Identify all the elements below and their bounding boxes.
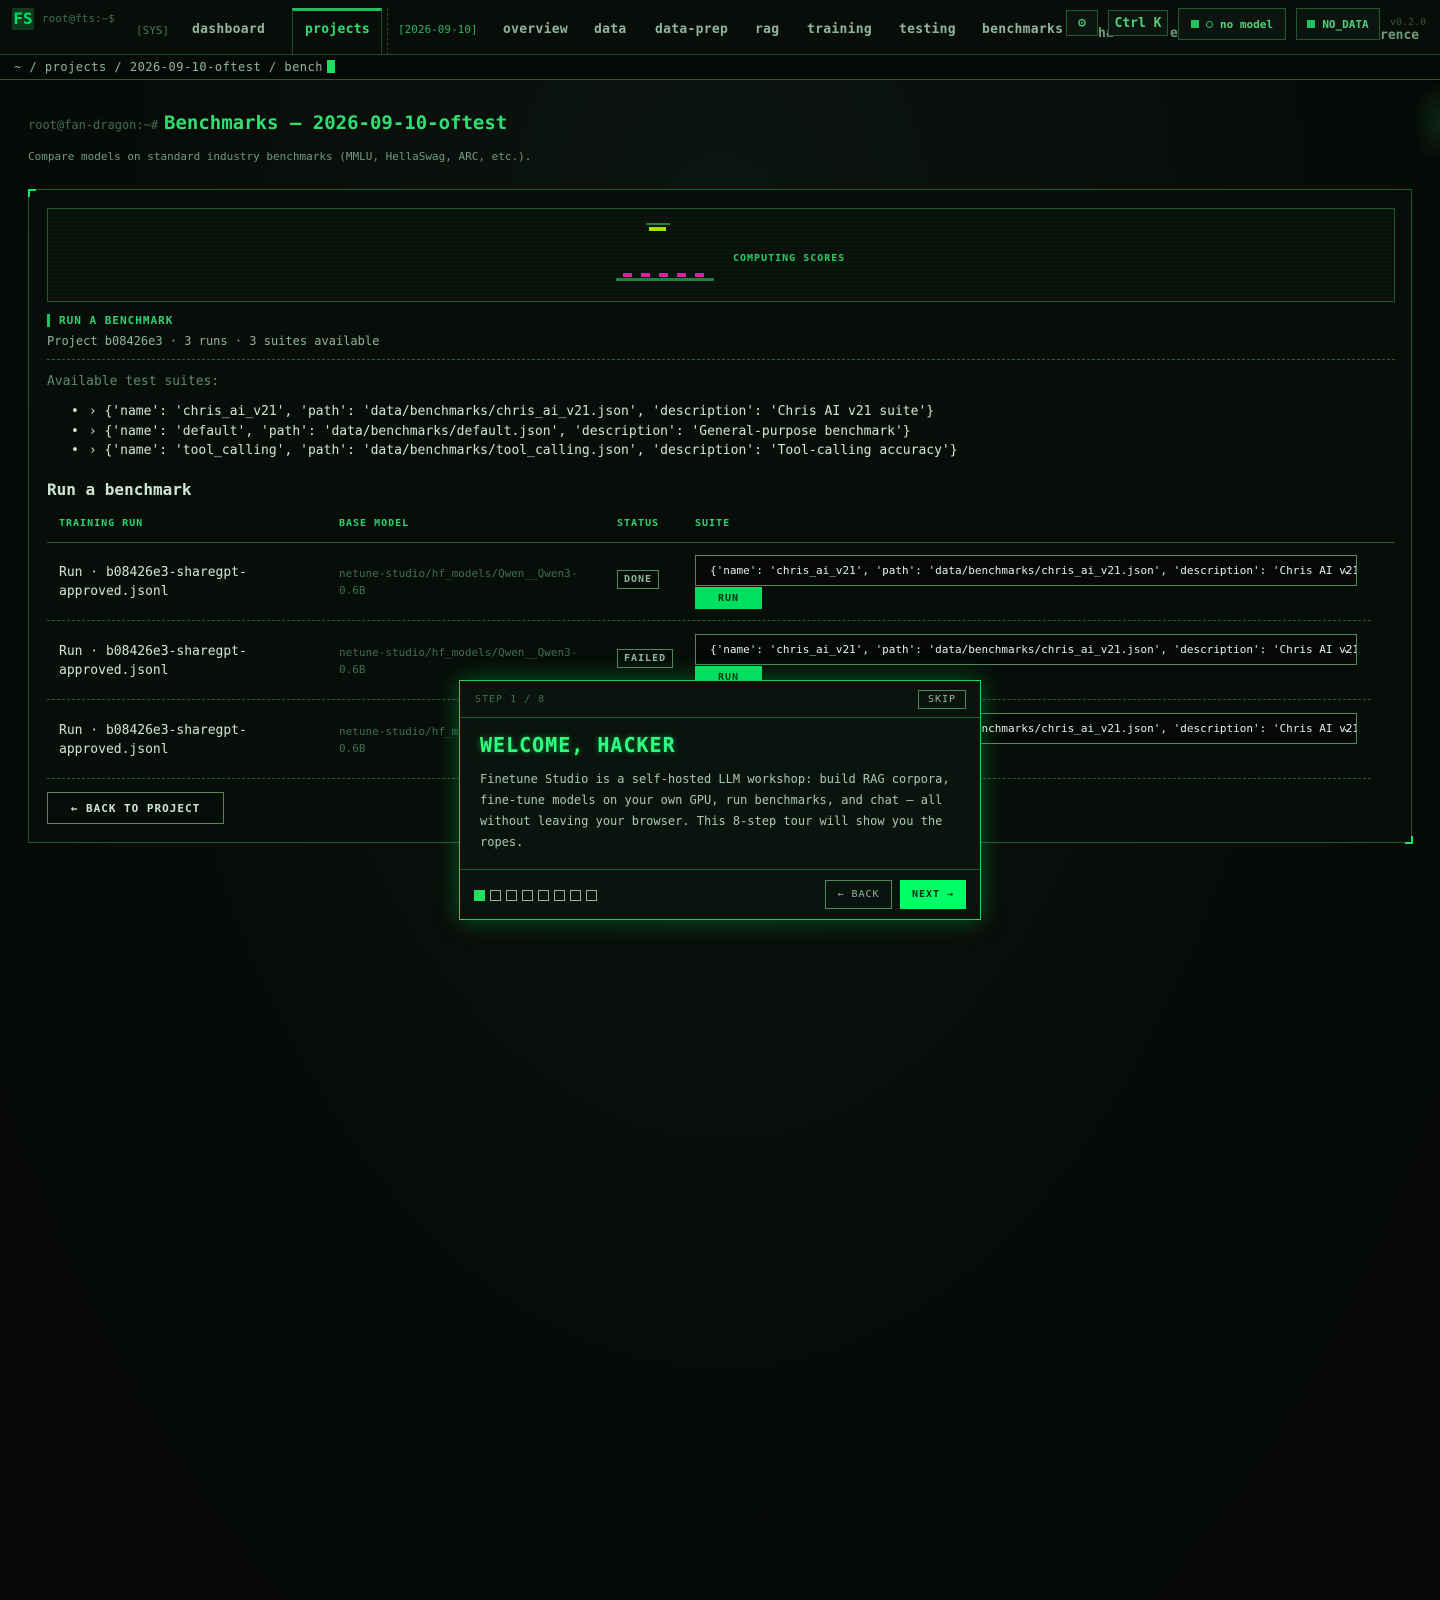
suite-item: › {'name': 'tool_calling', 'path': 'data… <box>71 443 958 463</box>
top-nav: FS root@fts:~$ [SYS] dashboard projects … <box>0 0 1440 55</box>
nav-overflow-right[interactable]: rence <box>1380 28 1419 43</box>
tour-header: STEP 1 / 8 SKIP <box>460 681 980 718</box>
nav-date-tag: [2026-09-10] <box>387 8 477 55</box>
tour-footer: ← BACK NEXT → <box>460 869 980 919</box>
progress-dot[interactable] <box>586 890 597 901</box>
chevron-down-icon: ⌄ <box>1343 642 1350 655</box>
base-model: netune-studio/hf_models/Qwen__Qwen3-0.6B <box>339 567 578 597</box>
progress-bar-icon <box>646 223 670 231</box>
status-square-icon <box>1191 20 1199 28</box>
col-header-run: TRAINING RUN <box>59 518 144 529</box>
run-button[interactable]: RUN <box>695 587 762 609</box>
corner-accent <box>28 189 36 197</box>
corner-accent <box>1405 836 1413 844</box>
breadcrumb: ~ / projects / 2026-09-10-oftest / bench <box>0 55 1440 80</box>
nav-data-prep[interactable]: data-prep <box>655 22 728 37</box>
chevron-down-icon: ⌄ <box>1343 721 1350 734</box>
tour-title: WELCOME, HACKER <box>480 733 676 757</box>
table-row: Run · b08426e3-sharegpt-approved.jsonl n… <box>47 543 1371 621</box>
chevron-down-icon: ⌄ <box>1343 563 1350 576</box>
model-status-button[interactable]: no model <box>1178 8 1286 40</box>
suite-list: › {'name': 'chris_ai_v21', 'path': 'data… <box>71 404 958 463</box>
page-title: Benchmarks — 2026-09-10-oftest <box>164 112 508 134</box>
nav-dashboard[interactable]: dashboard <box>192 22 265 37</box>
nav-overview[interactable]: overview <box>503 22 568 37</box>
progress-dot[interactable] <box>570 890 581 901</box>
col-header-model: BASE MODEL <box>339 518 410 529</box>
breadcrumb-path[interactable]: ~ / projects / 2026-09-10-oftest / bench <box>14 60 323 74</box>
project-summary: Project b08426e3 · 3 runs · 3 suites ava… <box>47 334 380 348</box>
status-badge: DONE <box>617 570 660 589</box>
divider <box>47 359 1395 360</box>
col-header-status: STATUS <box>617 518 660 529</box>
status-circle-icon <box>1206 20 1213 28</box>
nav-data[interactable]: data <box>594 22 627 37</box>
progress-dot[interactable] <box>522 890 533 901</box>
progress-dot[interactable] <box>554 890 565 901</box>
progress-dot[interactable] <box>538 890 549 901</box>
suites-label: Available test suites: <box>47 374 220 389</box>
status-square-icon <box>1307 20 1316 28</box>
loading-dot <box>623 273 632 277</box>
tour-next-button[interactable]: NEXT → <box>900 880 966 909</box>
loading-dot <box>659 273 668 277</box>
nav-training[interactable]: training <box>807 22 872 37</box>
loading-dot <box>641 273 650 277</box>
computing-animation: COMPUTING SCORES <box>47 208 1395 302</box>
loading-dot <box>695 273 704 277</box>
loading-dot <box>677 273 686 277</box>
nav-projects[interactable]: projects <box>305 22 370 37</box>
status-badge: FAILED <box>617 649 674 668</box>
suite-select-value: {'name': 'chris_ai_v21', 'path': 'data/b… <box>710 643 1357 656</box>
suite-item: › {'name': 'chris_ai_v21', 'path': 'data… <box>71 404 958 424</box>
tour-step-indicator: STEP 1 / 8 <box>475 694 546 705</box>
suite-item: › {'name': 'default', 'path': 'data/benc… <box>71 424 958 444</box>
nav-testing[interactable]: testing <box>899 22 956 37</box>
tour-body: Finetune Studio is a self-hosted LLM wor… <box>480 772 950 849</box>
app-prompt: root@fts:~$ <box>42 12 115 25</box>
loading-dots <box>616 273 714 281</box>
run-name: Run · b08426e3-sharegpt-approved.jsonl <box>59 723 247 757</box>
nav-rag[interactable]: rag <box>755 22 779 37</box>
sys-tag: [SYS] <box>136 24 170 37</box>
tour-progress-dots <box>474 890 597 901</box>
nav-benchmarks[interactable]: benchmarks <box>982 22 1063 37</box>
page-prompt: root@fan-dragon:~# <box>28 118 159 132</box>
gear-icon: ⚙ <box>1077 15 1087 31</box>
page-heading: root@fan-dragon:~# Benchmarks — 2026-09-1… <box>28 112 507 134</box>
suite-select-value: {'name': 'chris_ai_v21', 'path': 'data/b… <box>710 564 1357 577</box>
data-status-button[interactable]: NO_DATA <box>1296 8 1380 40</box>
edge-glow <box>1412 82 1440 162</box>
computing-label: COMPUTING SCORES <box>733 253 846 264</box>
progress-dot[interactable] <box>506 890 517 901</box>
run-name: Run · b08426e3-sharegpt-approved.jsonl <box>59 644 247 678</box>
progress-dot[interactable] <box>490 890 501 901</box>
page-subtitle: Compare models on standard industry benc… <box>28 150 532 163</box>
tour-modal: STEP 1 / 8 SKIP WELCOME, HACKER Finetune… <box>459 680 981 920</box>
suite-select[interactable]: {'name': 'chris_ai_v21', 'path': 'data/b… <box>695 555 1357 586</box>
suite-select[interactable]: {'name': 'chris_ai_v21', 'path': 'data/b… <box>695 634 1357 665</box>
progress-dot[interactable] <box>474 890 485 901</box>
app-version: v0.2.0 <box>1390 17 1427 28</box>
app-logo[interactable]: FS <box>12 8 34 30</box>
data-status-label: NO_DATA <box>1322 17 1369 31</box>
base-model: netune-studio/hf_models/Qwen__Qwen3-0.6B <box>339 646 578 676</box>
skip-button[interactable]: SKIP <box>918 690 966 709</box>
back-to-project-button[interactable]: ← BACK TO PROJECT <box>47 792 224 824</box>
tour-back-button[interactable]: ← BACK <box>825 880 892 909</box>
model-status-label: no model <box>1220 17 1273 31</box>
command-palette-shortcut[interactable]: Ctrl K <box>1108 10 1168 36</box>
run-heading: Run a benchmark <box>47 480 192 499</box>
run-name: Run · b08426e3-sharegpt-approved.jsonl <box>59 565 247 599</box>
col-header-suite: SUITE <box>695 518 731 529</box>
terminal-cursor <box>326 60 335 73</box>
section-tag: RUN A BENCHMARK <box>47 314 173 327</box>
settings-button[interactable]: ⚙ <box>1066 10 1098 36</box>
